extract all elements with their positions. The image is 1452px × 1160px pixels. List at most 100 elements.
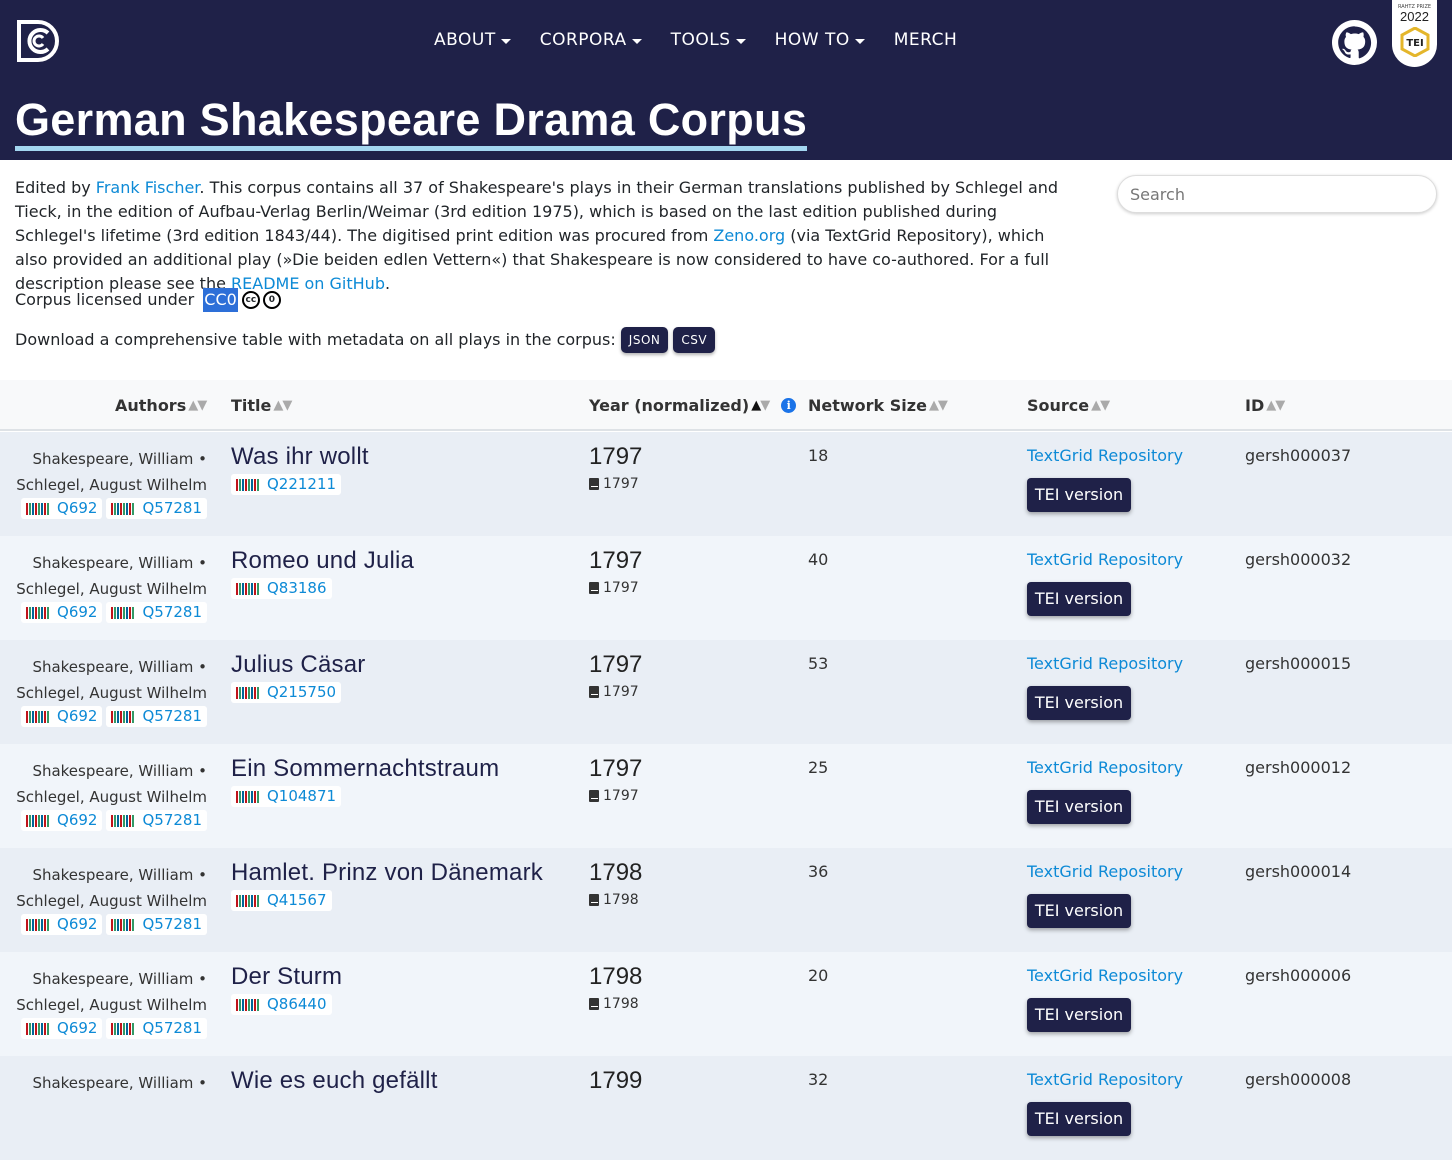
- sort-icon[interactable]: ▲▼: [1091, 398, 1110, 413]
- year-printed-value: 1797: [603, 476, 639, 492]
- tei-version-button[interactable]: TEI version: [1027, 790, 1131, 824]
- play-wikidata-link[interactable]: Q41567: [231, 890, 332, 911]
- cc-zero-icon: 0: [262, 291, 281, 309]
- rahtz-prize-badge[interactable]: RAHTZ PRIZE 2022 TEI: [1392, 0, 1437, 67]
- download-label: Download a comprehensive table with meta…: [15, 330, 616, 349]
- network-size: 20: [808, 966, 829, 985]
- dracor-logo-icon[interactable]: [15, 18, 61, 64]
- source-link[interactable]: TextGrid Repository: [1027, 862, 1183, 881]
- wikidata-link[interactable]: Q692: [21, 810, 103, 831]
- play-wikidata-link[interactable]: Q215750: [231, 682, 342, 703]
- header-id[interactable]: ID ▲▼: [1245, 396, 1285, 415]
- caret-down-icon: [500, 38, 511, 44]
- license-line: Corpus licensed under CC0 cc 0: [15, 288, 281, 312]
- wikidata-link[interactable]: Q57281: [106, 706, 207, 727]
- tei-version-button[interactable]: TEI version: [1027, 478, 1131, 512]
- year-normalized: 1797: [589, 443, 643, 470]
- book-icon: [589, 582, 599, 594]
- year-normalized: 1797: [589, 547, 643, 574]
- tei-version-button[interactable]: TEI version: [1027, 894, 1131, 928]
- play-title-link[interactable]: Ein Sommernachtstraum: [231, 754, 499, 784]
- wikidata-link[interactable]: Q692: [21, 706, 103, 727]
- authors-cell: Shakespeare, William • Schlegel, August W…: [7, 550, 207, 623]
- badge-year: 2022: [1400, 9, 1429, 24]
- wikidata-link[interactable]: Q692: [21, 914, 103, 935]
- table-row: Shakespeare, William • Schlegel, August W…: [0, 848, 1452, 952]
- source-link[interactable]: TextGrid Repository: [1027, 654, 1183, 673]
- play-wikidata-link[interactable]: Q83186: [231, 578, 332, 599]
- play-wikidata-link[interactable]: Q221211: [231, 474, 342, 495]
- wikidata-link[interactable]: Q692: [21, 602, 103, 623]
- play-title-link[interactable]: Was ihr wollt: [231, 442, 369, 472]
- caret-down-icon: [735, 38, 746, 44]
- download-json-button[interactable]: JSON: [620, 327, 669, 353]
- wikidata-id: Q104871: [267, 787, 337, 805]
- authors-cell: Shakespeare, William • Schlegel, August W…: [7, 966, 207, 1039]
- tei-version-button[interactable]: TEI version: [1027, 998, 1131, 1032]
- header-authors[interactable]: Authors ▲▼: [115, 396, 207, 415]
- header-year[interactable]: Year (normalized) ▲▼ i: [589, 396, 797, 415]
- github-icon[interactable]: [1332, 20, 1377, 65]
- play-title-link[interactable]: Hamlet. Prinz von Dänemark: [231, 858, 543, 888]
- header-title[interactable]: Title ▲▼: [231, 396, 292, 415]
- play-title-link[interactable]: Der Sturm: [231, 962, 342, 992]
- tei-version-button[interactable]: TEI version: [1027, 1102, 1131, 1136]
- wikidata-link[interactable]: Q57281: [106, 602, 207, 623]
- nav-how-to[interactable]: HOW TO: [775, 28, 865, 52]
- network-size: 32: [808, 1070, 829, 1089]
- author-wikidata-links: Q692 Q57281: [7, 706, 207, 727]
- nav-merch[interactable]: MERCH: [894, 28, 958, 52]
- source-link[interactable]: TextGrid Repository: [1027, 550, 1183, 569]
- year-printed: 1797: [589, 684, 642, 700]
- header-network-size[interactable]: Network Size ▲▼: [808, 396, 948, 415]
- wikidata-link[interactable]: Q57281: [106, 810, 207, 831]
- play-wikidata-link[interactable]: Q104871: [231, 786, 342, 807]
- nav-about[interactable]: ABOUT: [434, 28, 511, 52]
- network-size: 36: [808, 862, 829, 881]
- title-cell: Der Sturm Q86440: [231, 962, 342, 1015]
- play-wikidata-link[interactable]: Q86440: [231, 994, 332, 1015]
- play-title-link[interactable]: Julius Cäsar: [231, 650, 365, 680]
- source-link[interactable]: TextGrid Repository: [1027, 446, 1183, 465]
- sort-asc-icon[interactable]: ▲▼: [751, 398, 770, 413]
- wikidata-link[interactable]: Q57281: [106, 1018, 207, 1039]
- nav-corpora-label: CORPORA: [539, 30, 627, 50]
- author-name: Shakespeare, William •: [32, 450, 207, 468]
- search-input[interactable]: [1117, 175, 1437, 213]
- wikidata-link[interactable]: Q57281: [106, 914, 207, 935]
- nav-how-to-label: HOW TO: [774, 30, 850, 50]
- wikidata-id: Q86440: [267, 995, 327, 1013]
- wikidata-link[interactable]: Q692: [21, 498, 103, 519]
- zeno-link[interactable]: Zeno.org: [713, 226, 785, 245]
- header-source[interactable]: Source ▲▼: [1027, 396, 1110, 415]
- sort-icon[interactable]: ▲▼: [929, 398, 948, 413]
- nav-corpora[interactable]: CORPORA: [540, 28, 642, 52]
- header-authors-label: Authors: [115, 396, 187, 415]
- source-link[interactable]: TextGrid Repository: [1027, 758, 1183, 777]
- license-link[interactable]: CC0: [203, 288, 238, 312]
- source-link[interactable]: TextGrid Repository: [1027, 1070, 1183, 1089]
- author-name: Schlegel, August Wilhelm: [16, 892, 207, 910]
- header-title-label: Title: [231, 396, 272, 415]
- play-id: gersh000012: [1245, 758, 1352, 777]
- year-normalized: 1799: [589, 1067, 643, 1094]
- source-cell: TextGrid Repository TEI version: [1027, 1070, 1183, 1136]
- year-printed: 1798: [589, 892, 642, 908]
- tei-version-button[interactable]: TEI version: [1027, 686, 1131, 720]
- sort-icon[interactable]: ▲▼: [273, 398, 292, 413]
- nav-tools[interactable]: TOOLS: [671, 28, 746, 52]
- editor-link[interactable]: Frank Fischer: [96, 178, 200, 197]
- tei-version-button[interactable]: TEI version: [1027, 582, 1131, 616]
- source-link[interactable]: TextGrid Repository: [1027, 966, 1183, 985]
- source-cell: TextGrid Repository TEI version: [1027, 758, 1183, 824]
- author-name: Shakespeare, William •: [32, 658, 207, 676]
- wikidata-link[interactable]: Q692: [21, 1018, 103, 1039]
- sort-icon[interactable]: ▲▼: [1266, 398, 1285, 413]
- play-title-link[interactable]: Wie es euch gefällt: [231, 1066, 438, 1096]
- info-icon[interactable]: i: [781, 398, 797, 413]
- download-csv-button[interactable]: CSV: [673, 327, 716, 353]
- sort-icon[interactable]: ▲▼: [188, 398, 207, 413]
- wikidata-link[interactable]: Q57281: [106, 498, 207, 519]
- play-title-link[interactable]: Romeo und Julia: [231, 546, 414, 576]
- wikidata-id: Q221211: [267, 475, 337, 493]
